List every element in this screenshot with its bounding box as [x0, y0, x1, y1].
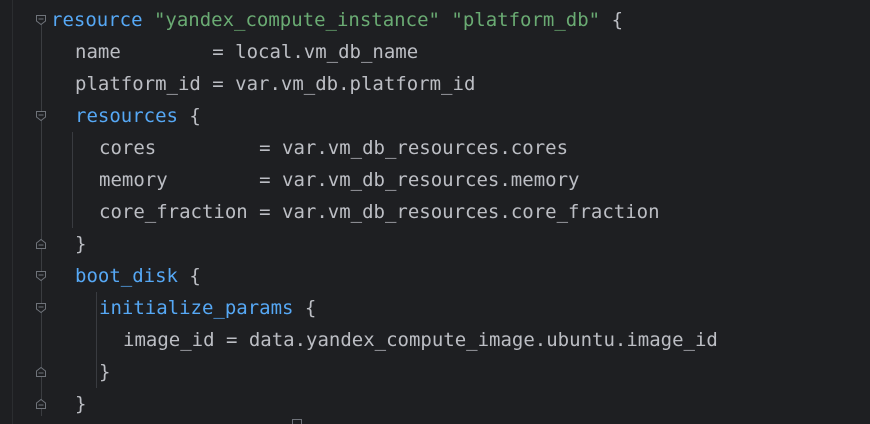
gutter-divider — [12, 0, 13, 424]
code-line[interactable]: initialize_params { — [99, 292, 316, 324]
indent-guide — [72, 132, 73, 228]
code-line[interactable]: core_fraction = var.vm_db_resources.core… — [99, 196, 660, 228]
code-line[interactable]: } — [99, 356, 110, 388]
fold-collapse-icon[interactable] — [35, 270, 47, 282]
code-token: = var.vm_db.platform_id — [200, 73, 476, 95]
editor-gutter — [0, 0, 50, 424]
fold-end-icon[interactable] — [35, 398, 47, 410]
fold-collapse-icon[interactable] — [35, 14, 47, 26]
code-line[interactable]: boot_disk { — [75, 260, 201, 292]
scroll-marker-icon — [292, 419, 302, 424]
code-line[interactable]: resources { — [75, 100, 201, 132]
code-token: = var.vm_db_resources.core_fraction — [247, 201, 660, 223]
code-token: image_id — [123, 329, 215, 351]
fold-end-icon[interactable] — [35, 366, 47, 378]
code-token: } — [99, 361, 111, 383]
code-token: platform_id — [75, 73, 201, 95]
code-line[interactable]: image_id = data.yandex_compute_image.ubu… — [123, 324, 718, 356]
code-token: cores — [99, 137, 157, 159]
code-token: = var.vm_db_resources.memory — [167, 169, 580, 191]
code-token: { — [177, 265, 201, 287]
code-token: "platform_db" — [451, 9, 601, 31]
code-token: memory — [99, 169, 168, 191]
code-token: { — [600, 9, 624, 31]
code-token: { — [293, 297, 317, 319]
code-token: resources — [75, 105, 178, 127]
code-token: = var.vm_db_resources.cores — [156, 137, 569, 159]
code-line[interactable]: cores = var.vm_db_resources.cores — [99, 132, 568, 164]
fold-bracket-line — [41, 20, 42, 416]
code-token: } — [75, 393, 87, 415]
code-token: = local.vm_db_name — [120, 41, 419, 63]
code-line[interactable]: resource "yandex_compute_instance" "plat… — [51, 4, 623, 36]
code-line[interactable]: } — [75, 228, 86, 260]
code-token: { — [177, 105, 201, 127]
code-token: "yandex_compute_instance" — [153, 9, 440, 31]
code-token: initialize_params — [99, 297, 294, 319]
code-token: boot_disk — [75, 265, 178, 287]
code-token: } — [75, 233, 87, 255]
code-line[interactable]: } — [75, 388, 86, 420]
code-token: core_fraction — [99, 201, 248, 223]
indent-guide — [96, 292, 97, 388]
fold-collapse-icon[interactable] — [35, 302, 47, 314]
code-line[interactable]: memory = var.vm_db_resources.memory — [99, 164, 579, 196]
code-token: = data.yandex_compute_image.ubuntu.image… — [214, 329, 718, 351]
code-line[interactable]: name = local.vm_db_name — [75, 36, 418, 68]
fold-end-icon[interactable] — [35, 238, 47, 250]
code-line[interactable]: platform_id = var.vm_db.platform_id — [75, 68, 475, 100]
code-token: resource — [51, 9, 143, 31]
code-editor[interactable]: resource "yandex_compute_instance" "plat… — [0, 0, 870, 424]
fold-collapse-icon[interactable] — [35, 110, 47, 122]
code-token: name — [75, 41, 121, 63]
